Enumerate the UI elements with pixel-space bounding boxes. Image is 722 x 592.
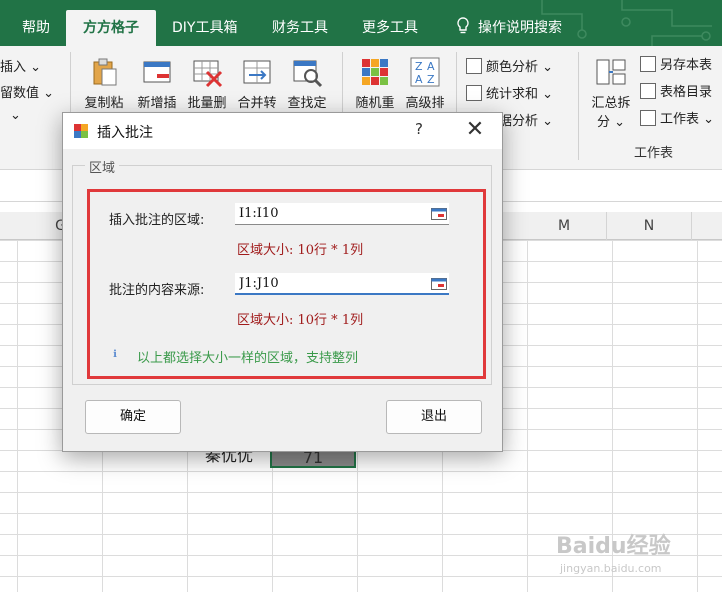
- svg-text:Z: Z: [427, 73, 435, 86]
- dialog-titlebar[interactable]: 插入批注 ? ✕: [63, 113, 502, 149]
- watermark-url: jingyan.baidu.com: [560, 562, 662, 575]
- insert-new-button[interactable]: 新增插: [134, 56, 180, 111]
- worksheet-icon: [640, 110, 656, 126]
- range-size-info: 区域大小: 10行 * 1列: [237, 243, 364, 258]
- copy-paste-button[interactable]: 复制粘: [82, 56, 126, 111]
- keep-values-partial-button[interactable]: 留数值 ⌄: [0, 82, 54, 101]
- table-directory-button[interactable]: 表格目录: [640, 81, 712, 100]
- lightbulb-icon: [456, 10, 470, 46]
- dialog-title: 插入批注: [97, 125, 153, 141]
- source-size-info: 区域大小: 10行 * 1列: [237, 313, 364, 328]
- find-locate-button[interactable]: 查找定: [284, 56, 330, 111]
- exit-button[interactable]: 退出: [386, 400, 482, 434]
- tip-text: 以上都选择大小一样的区域，支持整列: [137, 351, 359, 366]
- clipboard-icon: [93, 58, 117, 86]
- insert-partial-button[interactable]: 插入 ⌄: [0, 56, 41, 75]
- svg-text:A: A: [427, 60, 435, 73]
- batch-delete-button[interactable]: 批量删: [184, 56, 230, 111]
- circuit-decoration-icon: [541, 0, 712, 46]
- svg-text:A: A: [415, 73, 423, 86]
- help-button[interactable]: ?: [409, 120, 429, 140]
- comment-range-input[interactable]: [235, 203, 449, 225]
- save-sheet-icon: [640, 56, 656, 72]
- table-directory-icon: [640, 83, 656, 99]
- stat-sum-icon: [466, 85, 482, 101]
- save-sheet-as-button[interactable]: 另存本表: [640, 54, 712, 73]
- watermark-logo: Baidu经验: [556, 534, 671, 559]
- region-legend: 区域: [85, 157, 120, 176]
- svg-text:Z: Z: [415, 60, 423, 73]
- color-analysis-button[interactable]: 颜色分析 ⌄: [466, 56, 553, 75]
- random-color-grid-icon: [362, 59, 388, 85]
- summary-split-button[interactable]: 汇总拆分 ⌄: [588, 56, 634, 130]
- ok-button[interactable]: 确定: [85, 400, 181, 434]
- close-button[interactable]: ✕: [463, 118, 487, 142]
- range-picker-icon[interactable]: [431, 208, 447, 220]
- tab-fangfang[interactable]: 方方格子: [66, 10, 156, 46]
- tab-diy-toolbox[interactable]: DIY工具箱: [162, 10, 247, 46]
- info-icon: ℹ: [113, 349, 117, 360]
- col-header-m[interactable]: M: [522, 212, 607, 240]
- range-label: 插入批注的区域:: [109, 213, 205, 228]
- source-picker-icon[interactable]: [431, 278, 447, 290]
- merge-icon: [243, 60, 271, 84]
- col-header-n[interactable]: N: [607, 212, 692, 240]
- insert-comment-dialog: 插入批注 ? ✕ 区域 插入批注的区域: 区域大小: 10行 * 1列 批注的内…: [62, 112, 503, 452]
- color-analysis-icon: [466, 58, 482, 74]
- merge-convert-button[interactable]: 合并转: [234, 56, 280, 111]
- tab-finance-tools[interactable]: 财务工具: [262, 10, 338, 46]
- delete-grid-icon: [193, 60, 223, 88]
- find-icon: [293, 60, 323, 88]
- tab-more-tools[interactable]: 更多工具: [352, 10, 428, 46]
- ribbon-tab-bar: 帮助 方方格子 DIY工具箱 财务工具 更多工具 操作说明搜索: [0, 0, 722, 46]
- stat-sum-button[interactable]: 统计求和 ⌄: [466, 83, 553, 102]
- random-repeat-button[interactable]: 随机重: [352, 56, 398, 111]
- advanced-sort-button[interactable]: Z A A Z 高级排: [402, 56, 448, 111]
- app-logo-icon: [74, 124, 88, 138]
- source-label: 批注的内容来源:: [109, 283, 205, 298]
- summary-split-icon: [596, 59, 626, 85]
- tab-help[interactable]: 帮助: [12, 10, 60, 46]
- worksheet-button[interactable]: 工作表 ⌄: [640, 108, 714, 127]
- insert-row-icon: [143, 61, 171, 83]
- ribbon-separator: [578, 52, 579, 160]
- sort-az-icon: Z A A Z: [410, 57, 440, 87]
- more-partial-button[interactable]: ⌄: [10, 108, 21, 123]
- content-source-input[interactable]: [235, 273, 449, 295]
- group-label-worksheet: 工作表: [634, 146, 674, 161]
